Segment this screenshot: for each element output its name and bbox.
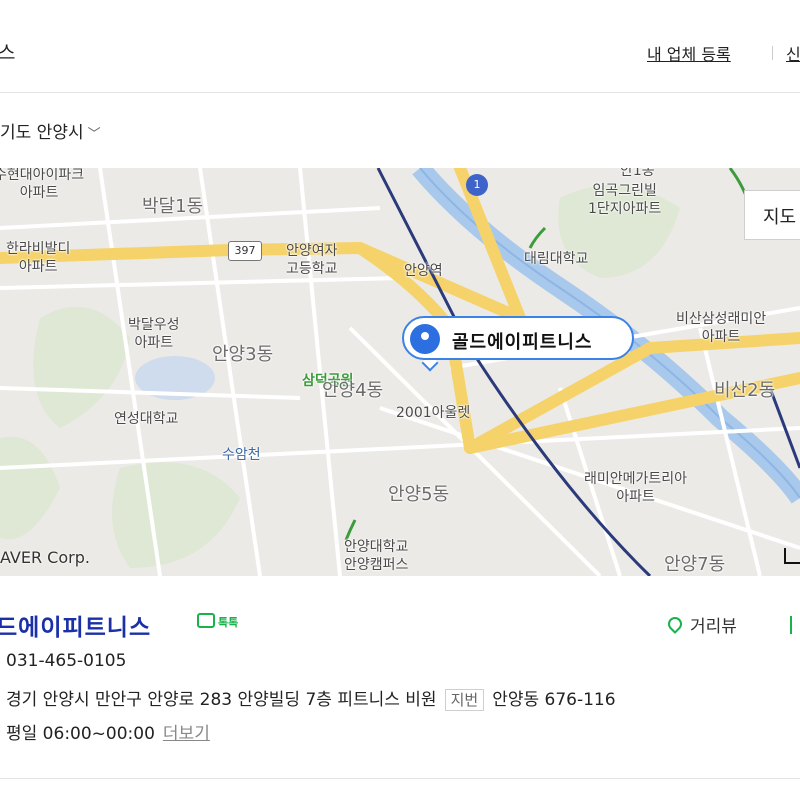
chevron-down-icon: ﹀ (87, 127, 101, 142)
road-address: 경기 안양시 만안구 안양로 283 안양빌딩 7층 피트니스 비원 (6, 690, 437, 710)
map-base (0, 168, 800, 576)
district-anyang7: 안양7동 (664, 554, 726, 575)
lot-address: 안양동 676-116 (492, 690, 616, 710)
poi-girls-high[interactable]: 안양여자 고등학교 (286, 242, 338, 278)
poi-bakdal-wooseong[interactable]: 박달우성 아파트 (128, 316, 180, 352)
route-icon[interactable] (790, 616, 800, 634)
phone-number[interactable]: 031-465-0105 (6, 651, 126, 671)
chat-icon (197, 613, 215, 628)
district-bakdal1: 박달1동 (142, 196, 204, 217)
district-anyang5: 안양5동 (388, 484, 450, 505)
map-view[interactable]: 397 1 수현대아이파크 아파트 안1동 박달1동 한라비발디 아파트 안양여자 고… (0, 168, 800, 576)
talk-badge[interactable]: 톡톡 (197, 612, 249, 632)
poi-bisan-raemian[interactable]: 비산삼성래미안 아파트 (676, 310, 766, 346)
region-label: 기도 안양시 (0, 123, 84, 143)
place-name[interactable]: 드에이피트니스 (0, 608, 151, 642)
route-number-shield: 1 (466, 174, 488, 196)
address-row: 경기 안양시 만안구 안양로 283 안양빌딩 7층 피트니스 비원 지번 안양동 … (6, 685, 616, 711)
poi-daelim-univ[interactable]: 대림대학교 (524, 250, 588, 268)
divider (0, 778, 800, 779)
place-pin[interactable]: 골드에이피트니스 (402, 316, 634, 360)
poi-yeonseong-univ[interactable]: 연성대학교 (114, 410, 178, 428)
poi-2001-outlet[interactable]: 2001아울렛 (396, 404, 470, 422)
district-bisan2: 비산2동 (714, 380, 776, 401)
top-bar: 스 내 업체 등록 신 (0, 0, 800, 93)
business-hours: 평일 06:00~00:00 (6, 724, 155, 744)
more-link[interactable]: 더보기 (163, 724, 210, 744)
register-business-link[interactable]: 내 업체 등록 (647, 41, 731, 65)
map-copyright: AVER Corp. (0, 548, 90, 567)
poi-halla-apt[interactable]: 한라비발디 아파트 (6, 240, 70, 276)
talk-label: 톡톡 (218, 616, 239, 629)
poi-raemian-mega[interactable]: 래미안메가트리아 아파트 (584, 470, 687, 506)
divider (772, 46, 773, 60)
poi-anyang-station[interactable]: 안양역 (404, 262, 443, 280)
pin-label-text: 골드에이피트니스 (452, 332, 593, 353)
poi-imgok-apt[interactable]: 임곡그린빌 1단지아파트 (588, 182, 661, 218)
district-anyang4: 안양4동 (322, 380, 384, 401)
street-view-label: 거리뷰 (690, 617, 737, 637)
hours-row: 평일 06:00~00:00 더보기 (6, 719, 210, 744)
map-scale-icon (784, 548, 800, 564)
location-pin-icon (410, 324, 440, 354)
poi-anyang-univ[interactable]: 안양대학교 안양캠퍼스 (344, 538, 408, 574)
top-right-link[interactable]: 신 (786, 41, 800, 65)
map-toggle-button[interactable]: 지도 (744, 190, 800, 240)
poi-hyundai-apt[interactable]: 수현대아이파크 아파트 (0, 168, 84, 202)
district-anyang3: 안양3동 (212, 344, 274, 365)
page-title-fragment: 스 (0, 42, 16, 64)
road-number-shield: 397 (228, 241, 262, 261)
region-selector[interactable]: 기도 안양시 ﹀ (0, 118, 101, 143)
poi-top-partial: 안1동 (620, 168, 655, 179)
stream-suamcheon: 수암천 (222, 447, 261, 463)
street-view-button[interactable]: 거리뷰 (665, 612, 737, 637)
map-pin-icon (665, 614, 685, 634)
lot-tag: 지번 (444, 689, 485, 711)
